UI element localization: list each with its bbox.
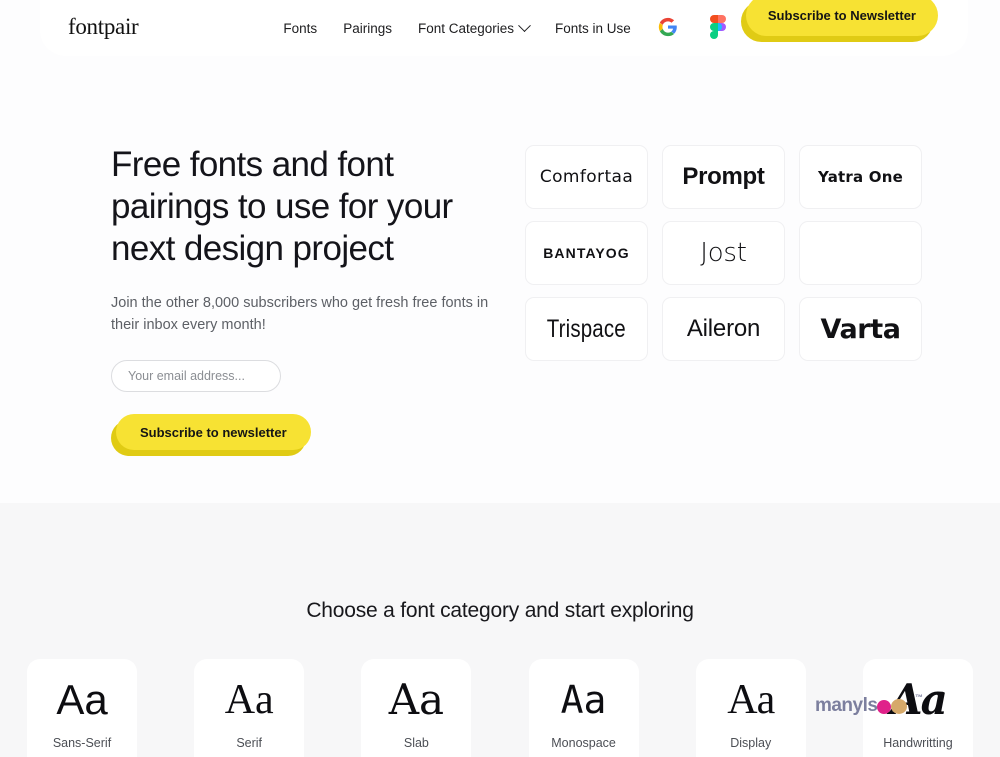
figma-icon[interactable] bbox=[707, 15, 729, 39]
chevron-down-icon bbox=[518, 19, 531, 33]
font-card-comfortaa[interactable]: Comfortaa bbox=[525, 145, 648, 209]
font-card-jost[interactable]: Jost bbox=[662, 221, 785, 285]
hero-title: Free fonts and font pairings to use for … bbox=[111, 145, 453, 268]
category-label: Display bbox=[730, 736, 772, 750]
category-card-handwritting[interactable]: Aa Handwritting many ls ™ bbox=[815, 659, 973, 757]
category-specimen: Aa bbox=[56, 676, 108, 723]
nav-link-fonts-in-use[interactable]: Fonts in Use bbox=[555, 21, 631, 36]
font-preview-grid: Comfortaa Prompt Yatra One BANTAYOG Jost… bbox=[525, 145, 922, 361]
nav-links: Fonts Pairings Font Categories Fonts in … bbox=[283, 19, 631, 48]
nav-link-pairings-label: Pairings bbox=[343, 21, 392, 36]
category-specimen: Aa bbox=[224, 677, 274, 723]
google-icon[interactable] bbox=[657, 16, 679, 38]
category-card-monospace[interactable]: Aa Monospace bbox=[528, 659, 639, 757]
category-card-slab[interactable]: Aa Slab bbox=[361, 659, 472, 757]
subscribe-newsletter-nav-button[interactable]: Subscribe to Newsletter bbox=[745, 0, 938, 36]
watermark-tail: ls bbox=[862, 695, 878, 716]
email-input[interactable] bbox=[111, 360, 281, 392]
site-logo[interactable]: fontpair bbox=[68, 15, 139, 48]
top-navigation-bar: fontpair Fonts Pairings Font Categories … bbox=[40, 0, 968, 56]
nav-link-pairings[interactable]: Pairings bbox=[343, 21, 392, 36]
font-card-label: Yatra One bbox=[818, 168, 903, 186]
font-category-section: Choose a font category and start explori… bbox=[0, 503, 1000, 757]
font-card-label: Prompt bbox=[682, 163, 765, 190]
font-card-label: Comfortaa bbox=[539, 167, 634, 187]
font-card-label: Jost bbox=[700, 238, 747, 268]
font-card-label: BANTAYOG bbox=[543, 245, 630, 261]
watermark-dot-pink bbox=[876, 700, 891, 714]
category-specimen: Aa bbox=[727, 677, 775, 723]
font-card-varta[interactable]: Varta bbox=[799, 297, 922, 361]
nav-link-fonts[interactable]: Fonts bbox=[283, 21, 317, 36]
font-card-trispace[interactable]: Trispace bbox=[525, 297, 648, 361]
watermark-text: many bbox=[814, 695, 863, 716]
nav-icon-group bbox=[657, 15, 729, 48]
font-card-bantayog[interactable]: BANTAYOG bbox=[525, 221, 648, 285]
category-label: Slab bbox=[403, 736, 429, 750]
category-specimen: Aa bbox=[890, 675, 948, 724]
nav-link-font-categories[interactable]: Font Categories bbox=[417, 19, 531, 36]
category-card-serif[interactable]: Aa Serif bbox=[194, 659, 305, 757]
hero-content: Free fonts and font pairings to use for … bbox=[111, 144, 511, 450]
category-section-heading: Choose a font category and start explori… bbox=[306, 599, 694, 622]
category-card-display[interactable]: Aa Display bbox=[695, 659, 806, 757]
font-card-label: Varta bbox=[820, 313, 901, 345]
category-label: Monospace bbox=[551, 736, 616, 750]
nav-link-font-categories-label: Font Categories bbox=[417, 21, 515, 36]
font-card-yatra-one[interactable]: Yatra One bbox=[799, 145, 922, 209]
category-label: Handwritting bbox=[883, 736, 953, 750]
category-specimen: Aa bbox=[388, 675, 445, 724]
category-card-row: Aa Sans-Serif Aa Serif Aa Slab Aa Monosp… bbox=[27, 659, 973, 757]
font-card-prompt[interactable]: Prompt bbox=[662, 145, 785, 209]
font-card-label: Aileron bbox=[686, 315, 761, 342]
font-card-empty[interactable] bbox=[799, 221, 922, 285]
category-label: Sans-Serif bbox=[52, 736, 112, 750]
nav-link-fonts-label: Fonts bbox=[283, 21, 318, 36]
font-card-label: Trispace bbox=[546, 314, 627, 343]
category-label: Serif bbox=[236, 736, 263, 750]
category-card-sans-serif[interactable]: Aa Sans-Serif bbox=[27, 659, 137, 757]
category-specimen: Aa bbox=[560, 678, 607, 722]
nav-link-fonts-in-use-label: Fonts in Use bbox=[555, 21, 631, 36]
hero-subtitle: Join the other 8,000 subscribers who get… bbox=[111, 295, 489, 333]
subscribe-newsletter-hero-button[interactable]: Subscribe to newsletter bbox=[116, 414, 311, 450]
hero-section: Free fonts and font pairings to use for … bbox=[0, 56, 1000, 503]
font-card-aileron[interactable]: Aileron bbox=[662, 297, 785, 361]
